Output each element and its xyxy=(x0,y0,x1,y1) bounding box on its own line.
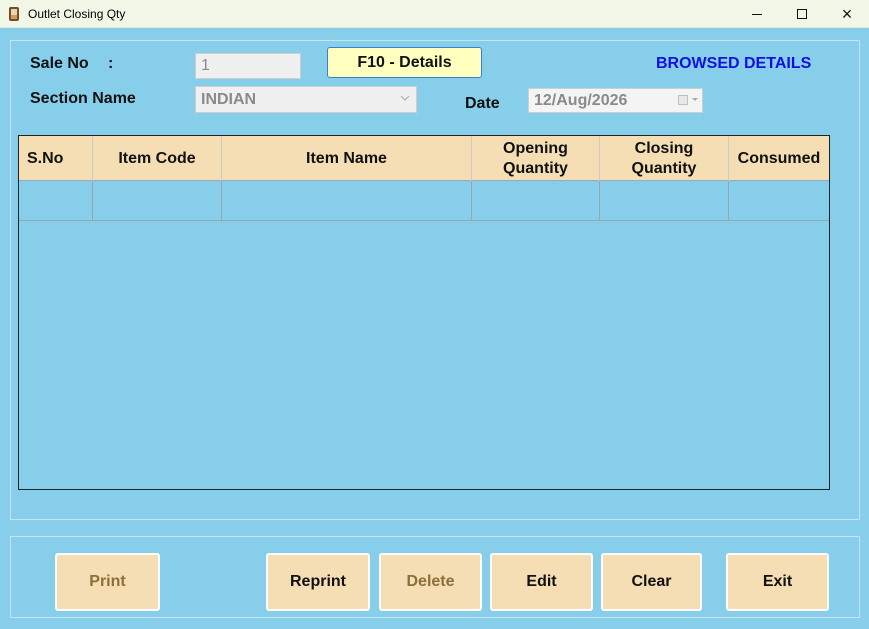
column-header-item-name[interactable]: Item Name xyxy=(222,136,472,181)
window-title: Outlet Closing Qty xyxy=(28,7,126,21)
minimize-button[interactable] xyxy=(734,0,780,28)
delete-button[interactable]: Delete xyxy=(379,553,482,611)
section-name-label: Section Name xyxy=(30,90,136,107)
grid-header: S.No Item Code Item Name Opening Quantit… xyxy=(19,136,829,181)
sale-no-label: Sale No xyxy=(30,55,89,72)
cell-consumed[interactable] xyxy=(729,181,829,221)
date-picker[interactable]: 12/Aug/2026 xyxy=(528,88,703,113)
clear-button[interactable]: Clear xyxy=(601,553,702,611)
section-name-value: INDIAN xyxy=(201,90,257,108)
cell-opening-quantity[interactable] xyxy=(472,181,600,221)
sale-no-value: 1 xyxy=(201,57,210,74)
app-icon xyxy=(9,7,19,21)
cell-item-code[interactable] xyxy=(93,181,222,221)
reprint-button[interactable]: Reprint xyxy=(266,553,370,611)
section-name-dropdown[interactable]: INDIAN xyxy=(195,86,417,113)
maximize-icon xyxy=(797,9,807,19)
table-row[interactable] xyxy=(19,181,829,221)
exit-button[interactable]: Exit xyxy=(726,553,829,611)
title-bar: Outlet Closing Qty × xyxy=(0,0,869,28)
f10-details-button[interactable]: F10 - Details xyxy=(327,47,482,78)
minimize-icon xyxy=(752,13,762,15)
print-button[interactable]: Print xyxy=(55,553,160,611)
items-grid[interactable]: S.No Item Code Item Name Opening Quantit… xyxy=(18,135,830,490)
cell-item-name[interactable] xyxy=(222,181,472,221)
close-button[interactable]: × xyxy=(824,0,869,28)
cell-closing-quantity[interactable] xyxy=(600,181,729,221)
sale-no-field[interactable]: 1 xyxy=(195,53,301,79)
column-header-sno[interactable]: S.No xyxy=(19,136,93,181)
sale-no-colon: : xyxy=(108,55,114,72)
chevron-down-icon xyxy=(400,95,410,101)
column-header-consumed[interactable]: Consumed xyxy=(729,136,829,181)
browsed-details-label: BROWSED DETAILS xyxy=(656,55,812,72)
chevron-down-icon xyxy=(692,98,698,101)
column-header-item-code[interactable]: Item Code xyxy=(93,136,222,181)
maximize-button[interactable] xyxy=(779,0,825,28)
cell-sno[interactable] xyxy=(19,181,93,221)
edit-button[interactable]: Edit xyxy=(490,553,593,611)
date-value: 12/Aug/2026 xyxy=(534,91,628,109)
date-label: Date xyxy=(465,95,500,112)
close-icon: × xyxy=(841,3,853,24)
column-header-closing-quantity[interactable]: Closing Quantity xyxy=(600,136,729,181)
column-header-opening-quantity[interactable]: Opening Quantity xyxy=(472,136,600,181)
calendar-icon xyxy=(678,95,688,105)
